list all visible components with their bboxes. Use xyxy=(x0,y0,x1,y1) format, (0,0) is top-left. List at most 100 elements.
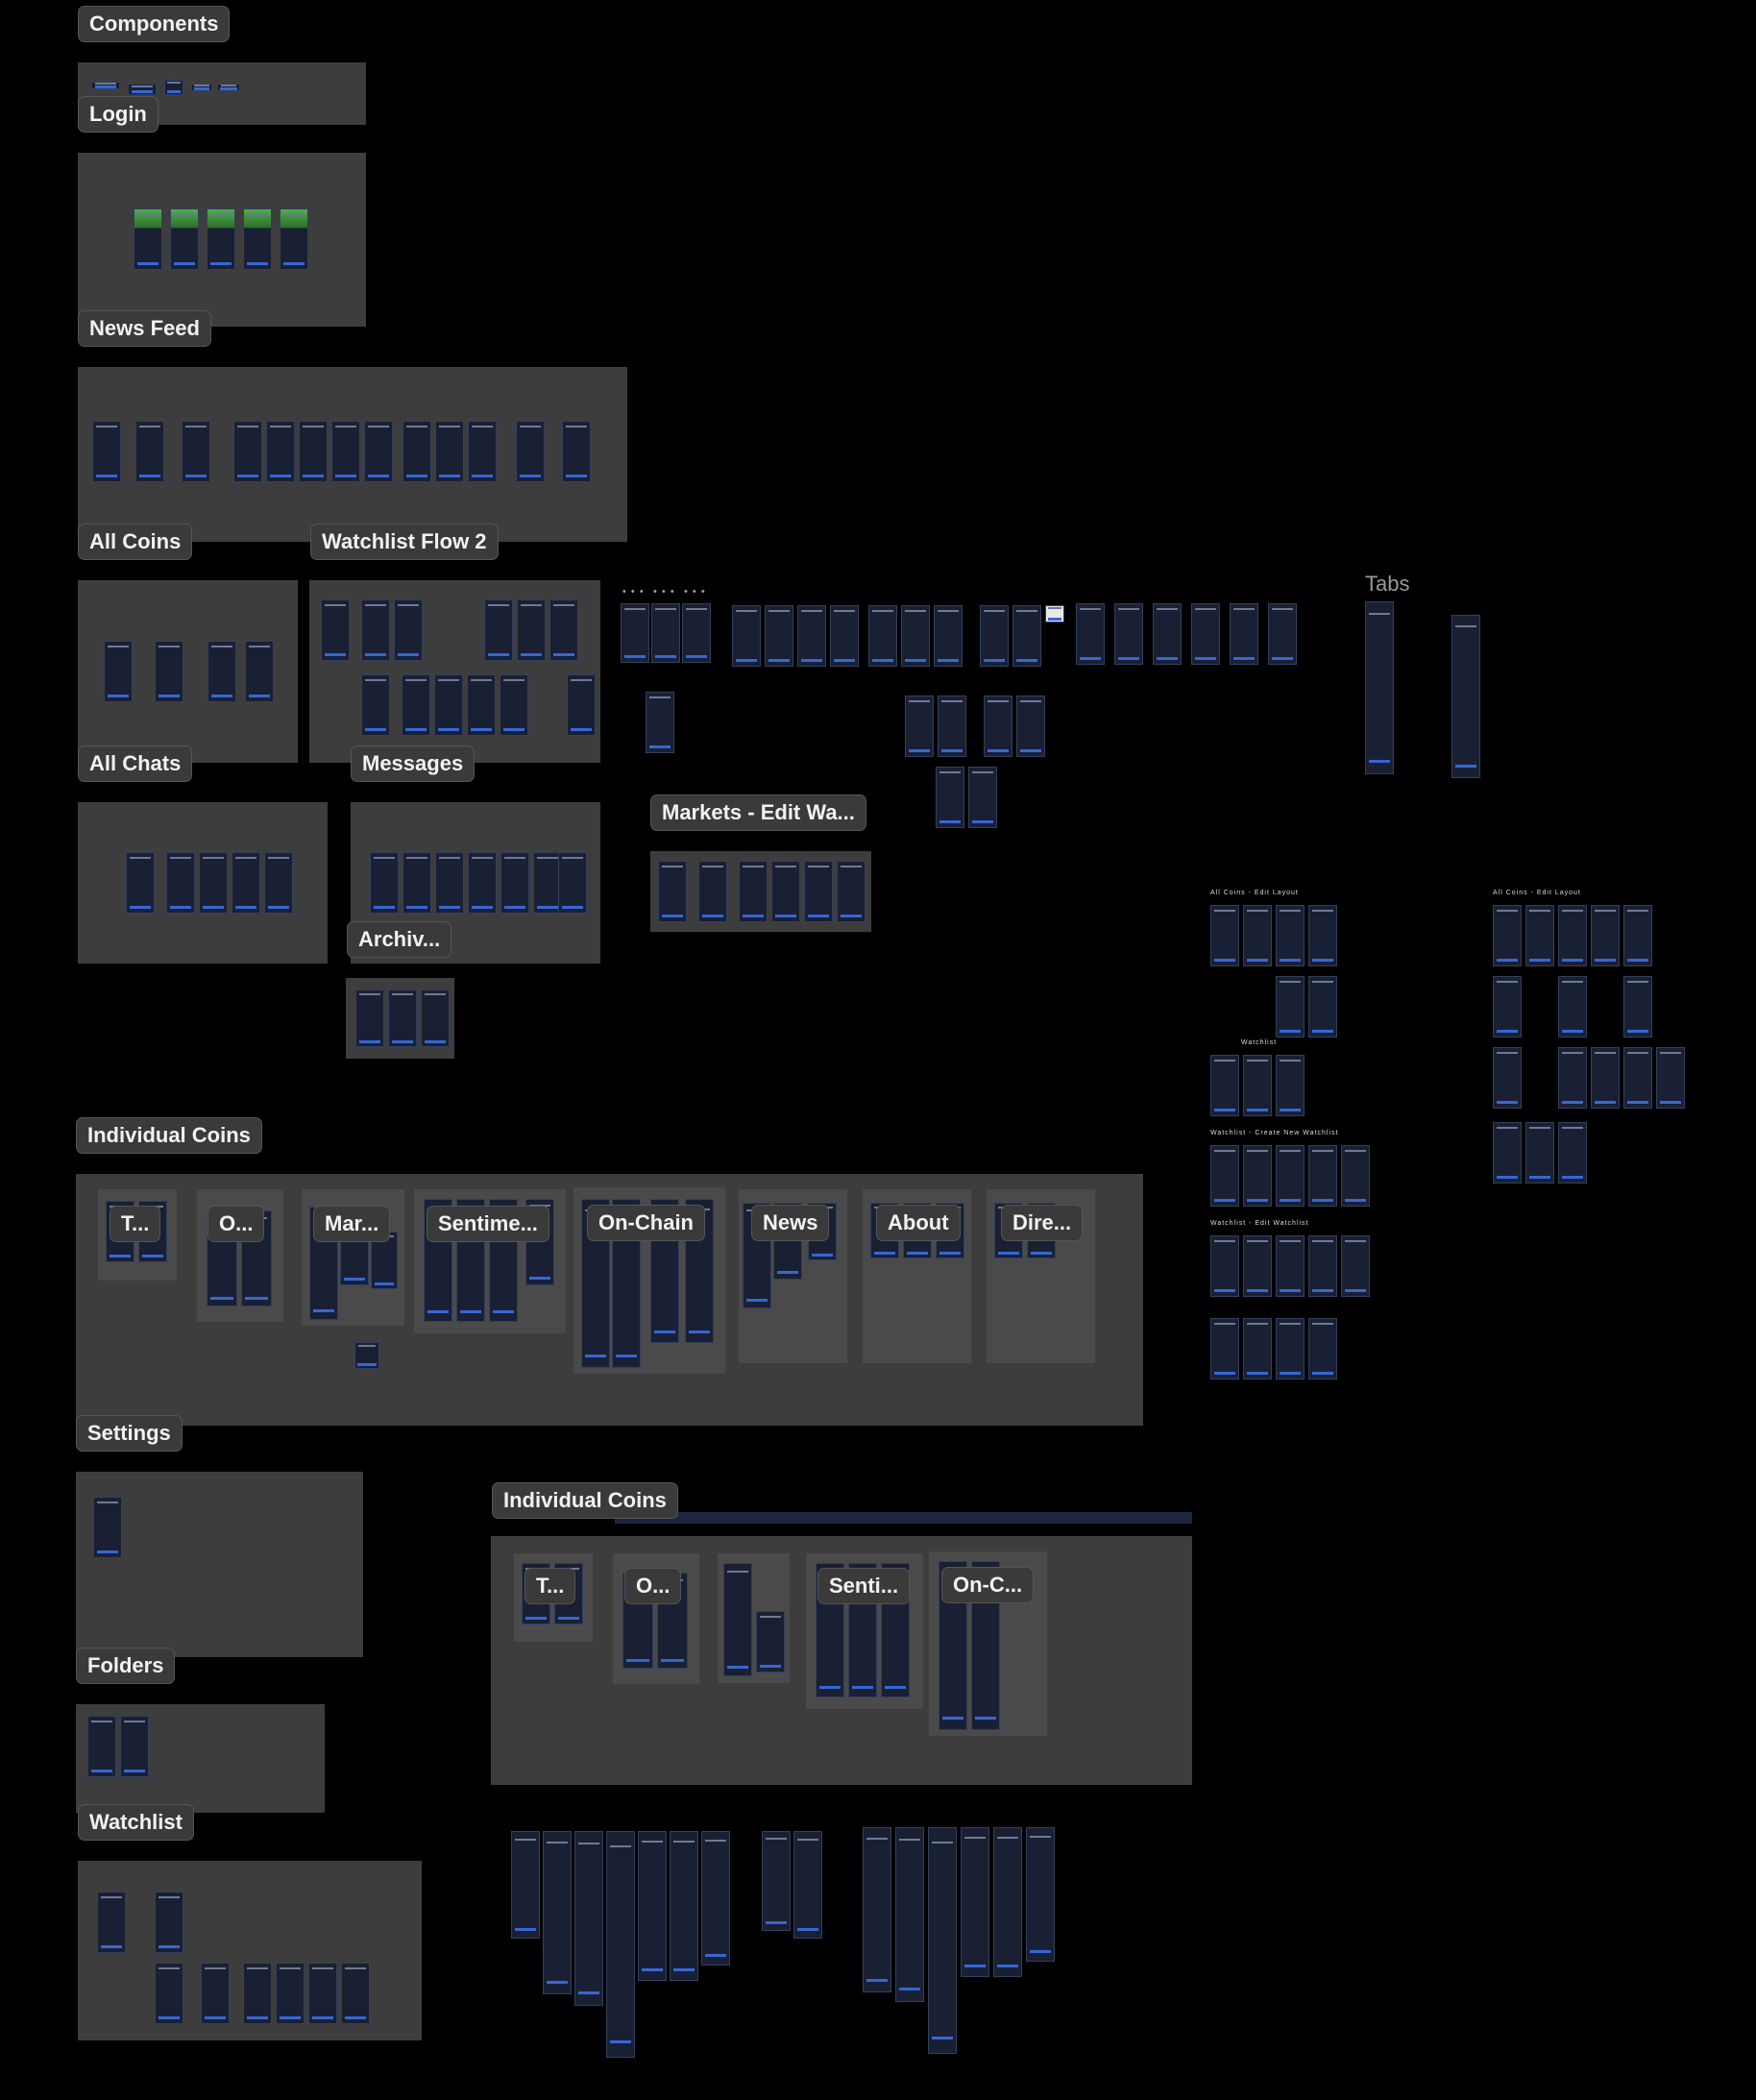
caption: All Coins - Edit Layout xyxy=(1493,890,1581,896)
edit-screen xyxy=(1656,1047,1685,1109)
tall-screen xyxy=(1026,1827,1055,1962)
subframe-label-t[interactable]: T... xyxy=(524,1568,576,1604)
frame-all-coins[interactable] xyxy=(78,580,298,763)
news-screen xyxy=(468,421,497,482)
market-screen xyxy=(698,861,727,922)
tall-screen xyxy=(961,1827,989,1977)
message-screen xyxy=(468,852,497,914)
news-screen xyxy=(182,421,210,482)
edit-screen xyxy=(1243,1145,1272,1207)
loose-screen xyxy=(936,767,964,828)
loose-screen xyxy=(646,692,674,753)
frame-label-news-feed[interactable]: News Feed xyxy=(78,310,211,347)
news-screen xyxy=(299,421,328,482)
subframe-label-about[interactable]: About xyxy=(876,1205,961,1241)
chat-screen xyxy=(199,852,228,914)
news-screen xyxy=(233,421,262,482)
watchlist-screen xyxy=(549,599,578,661)
frame-label-watchlist[interactable]: Watchlist xyxy=(78,1804,194,1841)
subframe-chart[interactable] xyxy=(718,1553,790,1683)
loose-screen xyxy=(1114,603,1143,665)
frame-markets-edit[interactable] xyxy=(650,851,871,932)
frame-settings[interactable] xyxy=(76,1472,363,1657)
edit-screen xyxy=(1243,1318,1272,1380)
edit-screen xyxy=(1525,905,1554,966)
frame-label-components[interactable]: Components xyxy=(78,6,231,42)
archive-screen xyxy=(421,989,450,1047)
loose-screen xyxy=(1076,603,1105,665)
frame-folders[interactable] xyxy=(76,1704,325,1813)
edit-screen xyxy=(1558,976,1587,1038)
frame-label-settings[interactable]: Settings xyxy=(76,1415,183,1452)
loose-screen xyxy=(938,696,966,757)
tall-screen xyxy=(895,1827,924,2002)
login-screen xyxy=(243,208,272,270)
frame-label-folders[interactable]: Folders xyxy=(76,1648,176,1684)
watchlist-screen xyxy=(201,1963,230,2024)
edit-screen xyxy=(1493,905,1522,966)
subframe-label-senti[interactable]: Senti... xyxy=(817,1568,911,1604)
edit-screen xyxy=(1210,1055,1239,1116)
edit-screen xyxy=(1210,1145,1239,1207)
watchlist-screen xyxy=(321,599,350,661)
loose-screen xyxy=(901,605,930,667)
frame-label-all-chats[interactable]: All Chats xyxy=(78,745,193,782)
caption: Watchlist - Edit Watchlist xyxy=(1210,1220,1309,1227)
subframe-label-sentiment[interactable]: Sentime... xyxy=(427,1206,549,1242)
frame-label-archive[interactable]: Archiv... xyxy=(347,921,452,958)
edit-screen xyxy=(1308,1145,1337,1207)
subframe-label-onc[interactable]: On-C... xyxy=(941,1567,1035,1603)
news-screen xyxy=(562,421,591,482)
frame-watchlist[interactable] xyxy=(78,1861,422,2040)
frame-label-all-coins[interactable]: All Coins xyxy=(78,524,193,560)
caption: All Coins - Edit Layout xyxy=(1210,890,1299,896)
edit-screen xyxy=(1243,1235,1272,1297)
coin-screen xyxy=(723,1563,752,1676)
subframe-label-onchain[interactable]: On-Chain xyxy=(587,1205,705,1241)
frame-label-messages[interactable]: Messages xyxy=(351,745,476,782)
loose-screen xyxy=(1230,603,1258,665)
market-screen xyxy=(739,861,768,922)
frame-watchlist-flow-2[interactable] xyxy=(309,580,600,763)
subframe-label-t[interactable]: T... xyxy=(110,1206,161,1242)
news-screen xyxy=(266,421,295,482)
caption: Watchlist - Create New Watchlist xyxy=(1210,1130,1339,1136)
frame-archive[interactable] xyxy=(346,978,454,1059)
edit-screen xyxy=(1210,1318,1239,1380)
frame-login[interactable] xyxy=(78,153,366,327)
caption: Watchlist xyxy=(1241,1039,1278,1046)
coin-screen xyxy=(756,1611,785,1673)
edit-screen xyxy=(1493,1047,1522,1109)
subframe-label-dire[interactable]: Dire... xyxy=(1001,1205,1084,1241)
tabs-screen xyxy=(1451,615,1480,778)
frame-label-individual-coins-2[interactable]: Individual Coins xyxy=(492,1482,678,1519)
frame-label-markets-edit[interactable]: Markets - Edit Wa... xyxy=(650,794,866,831)
subframe-label-mar[interactable]: Mar... xyxy=(313,1206,391,1242)
watchlist-screen xyxy=(341,1963,370,2024)
watchlist-screen xyxy=(308,1963,337,2024)
frame-label-login[interactable]: Login xyxy=(78,96,159,133)
frame-label-tabs[interactable]: Tabs xyxy=(1365,572,1409,597)
edit-screen xyxy=(1210,1235,1239,1297)
edit-screen xyxy=(1525,1122,1554,1184)
tabs-screen xyxy=(1365,601,1394,774)
subframe-label-news[interactable]: News xyxy=(751,1205,830,1241)
edit-screen xyxy=(1558,1047,1587,1109)
frame-label-watchlist-flow-2[interactable]: Watchlist Flow 2 xyxy=(310,524,499,560)
frame-news-feed[interactable] xyxy=(78,367,627,542)
edit-screen xyxy=(1243,905,1272,966)
loose-screen xyxy=(1191,603,1220,665)
loose-screen xyxy=(905,696,934,757)
frame-label-individual-coins[interactable]: Individual Coins xyxy=(76,1117,262,1154)
tall-screen xyxy=(762,1831,791,1931)
chat-screen xyxy=(166,852,195,914)
coin-screen xyxy=(354,1342,379,1369)
folders-screen xyxy=(120,1716,149,1777)
frame-all-chats[interactable] xyxy=(78,802,328,964)
watchlist-screen xyxy=(567,674,596,736)
subframe-label-o[interactable]: O... xyxy=(207,1206,265,1242)
component-thumb xyxy=(217,84,240,91)
tall-screen xyxy=(670,1831,698,1981)
subframe-label-o[interactable]: O... xyxy=(624,1568,682,1604)
coins-screen xyxy=(155,641,183,702)
